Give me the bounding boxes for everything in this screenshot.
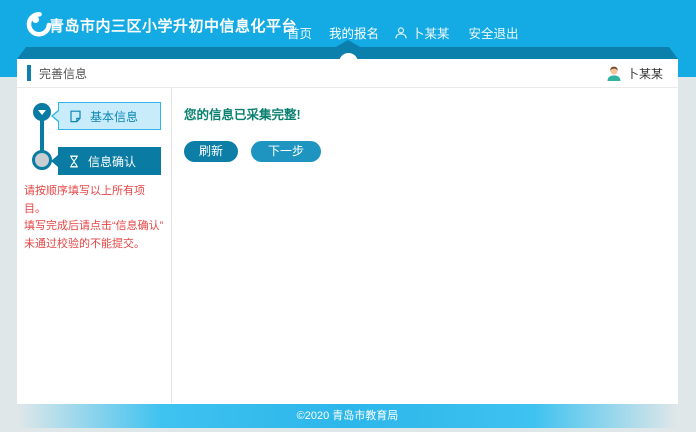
- next-step-button[interactable]: 下一步: [251, 141, 321, 162]
- step-label: 信息确认: [88, 153, 136, 170]
- step-basic-info[interactable]: 基本信息: [58, 102, 161, 130]
- step-label: 基本信息: [90, 108, 138, 125]
- button-row: 刷新 下一步: [184, 141, 668, 162]
- nav-user-name: 卜某某: [412, 23, 450, 42]
- main-content: 您的信息已采集完整! 刷新 下一步: [172, 88, 678, 403]
- header-nav: 首页 我的报名 卜某某 安全退出: [287, 23, 519, 42]
- document-icon: [69, 110, 82, 123]
- content-container: 完善信息 卜某某: [17, 47, 678, 428]
- user-chip: 卜某某: [606, 65, 663, 82]
- refresh-button[interactable]: 刷新: [184, 141, 238, 162]
- app-window: 青岛市内三区小学升初中信息化平台 首页 我的报名 卜某某 安全退出: [0, 0, 696, 432]
- panel-body: 基本信息 信息确认 请按顺序填写以上所有项目。 填写完成后请点击“信息确认”: [17, 88, 678, 403]
- title-accent-bar: [27, 65, 31, 81]
- status-message: 您的信息已采集完整!: [184, 104, 668, 123]
- steps-sidebar: 基本信息 信息确认 请按顺序填写以上所有项目。 填写完成后请点击“信息确认”: [17, 88, 172, 403]
- user-outline-icon: [394, 26, 408, 40]
- app-title: 青岛市内三区小学升初中信息化平台: [49, 15, 297, 36]
- figure-logo-icon: [25, 11, 52, 38]
- page-footer: ©2020 青岛市教育局: [17, 404, 678, 428]
- sidebar-notes: 请按顺序填写以上所有项目。 填写完成后请点击“信息确认” 未通过校验的不能提交。: [24, 183, 166, 253]
- chevron-down-icon: [38, 110, 46, 115]
- note-line: 未通过校验的不能提交。: [24, 236, 166, 254]
- step-info-confirm[interactable]: 信息确认: [58, 147, 161, 175]
- nav-item-logout[interactable]: 安全退出: [469, 23, 519, 42]
- note-line: 填写完成后请点击“信息确认”: [24, 218, 166, 236]
- step-1-marker: [33, 103, 51, 121]
- active-tab-bump: [339, 53, 358, 72]
- nav-item-current-user[interactable]: 卜某某: [394, 23, 450, 42]
- page-title: 完善信息: [39, 65, 87, 82]
- step-tail-fill: [53, 111, 59, 121]
- content-panel: 完善信息 卜某某: [17, 59, 678, 404]
- step-tail: [51, 155, 58, 167]
- step-2-marker: [32, 150, 52, 170]
- note-line: 请按顺序填写以上所有项目。: [24, 183, 166, 218]
- user-chip-name: 卜某某: [627, 65, 663, 82]
- hourglass-icon: [68, 155, 80, 168]
- nav-item-home[interactable]: 首页: [287, 23, 312, 42]
- user-avatar: [606, 65, 622, 81]
